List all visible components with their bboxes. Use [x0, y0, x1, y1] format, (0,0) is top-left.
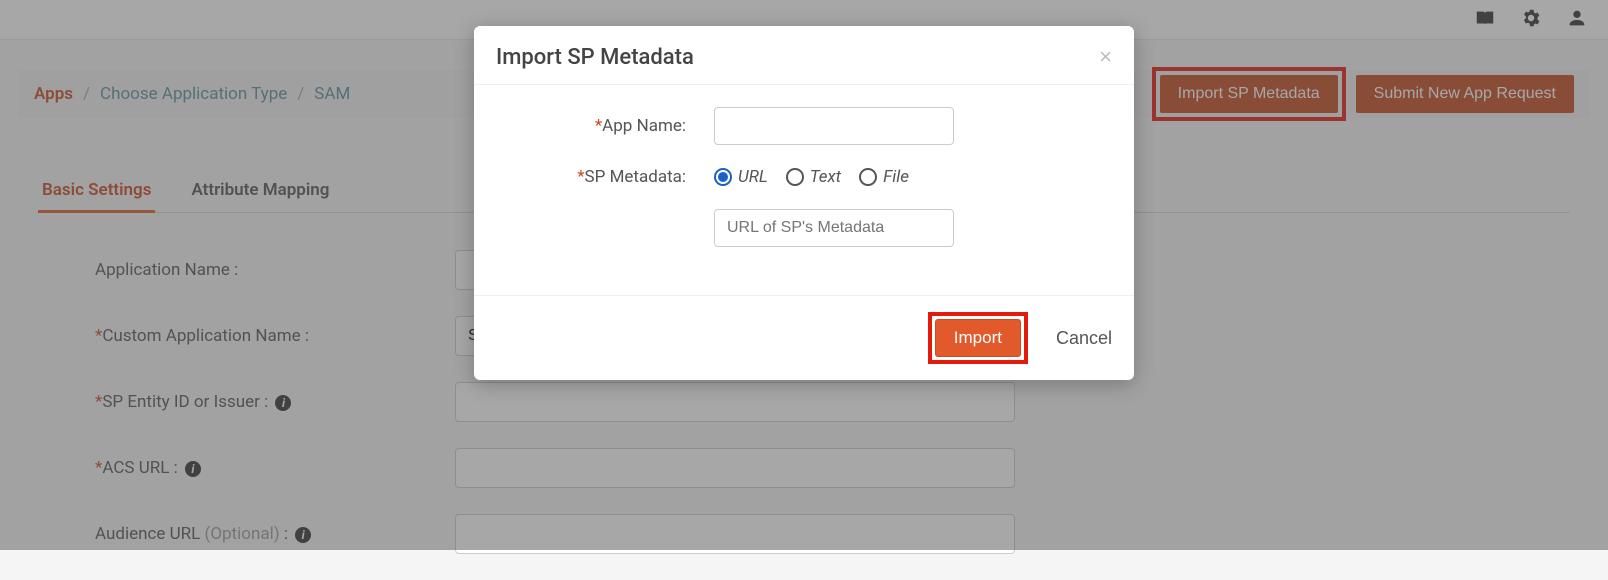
radio-circle	[786, 168, 804, 186]
cancel-button[interactable]: Cancel	[1056, 328, 1112, 349]
modal-label-sp-metadata-text: SP Metadata:	[585, 167, 686, 187]
modal-label-app-name-text: App Name:	[602, 116, 686, 136]
modal-label-sp-metadata: *SP Metadata:	[504, 167, 714, 187]
radio-group: URL Text File	[714, 167, 909, 187]
modal-input-metadata-url[interactable]	[714, 209, 954, 247]
modal-row-app-name: *App Name:	[504, 107, 1104, 145]
modal-label-app-name: *App Name:	[504, 116, 714, 136]
modal-body: *App Name: *SP Metadata: URL Text File	[474, 85, 1134, 296]
radio-url-label: URL	[738, 167, 768, 187]
modal-input-app-name[interactable]	[714, 107, 954, 145]
modal-header: Import SP Metadata ×	[474, 26, 1134, 85]
radio-text-label: Text	[810, 167, 841, 187]
radio-file[interactable]: File	[859, 167, 909, 187]
radio-file-label: File	[883, 167, 909, 187]
radio-circle	[859, 168, 877, 186]
modal-row-sp-metadata: *SP Metadata: URL Text File	[504, 167, 1104, 187]
close-icon[interactable]: ×	[1099, 44, 1112, 70]
radio-circle-checked	[714, 168, 732, 186]
highlight-import-btn: Import	[928, 312, 1028, 364]
modal-footer: Import Cancel	[474, 296, 1134, 380]
import-button[interactable]: Import	[935, 319, 1021, 357]
radio-text[interactable]: Text	[786, 167, 841, 187]
import-sp-metadata-modal: Import SP Metadata × *App Name: *SP Meta…	[474, 26, 1134, 380]
modal-row-metadata-url	[504, 209, 1104, 247]
radio-url[interactable]: URL	[714, 167, 768, 187]
modal-title: Import SP Metadata	[496, 45, 694, 70]
